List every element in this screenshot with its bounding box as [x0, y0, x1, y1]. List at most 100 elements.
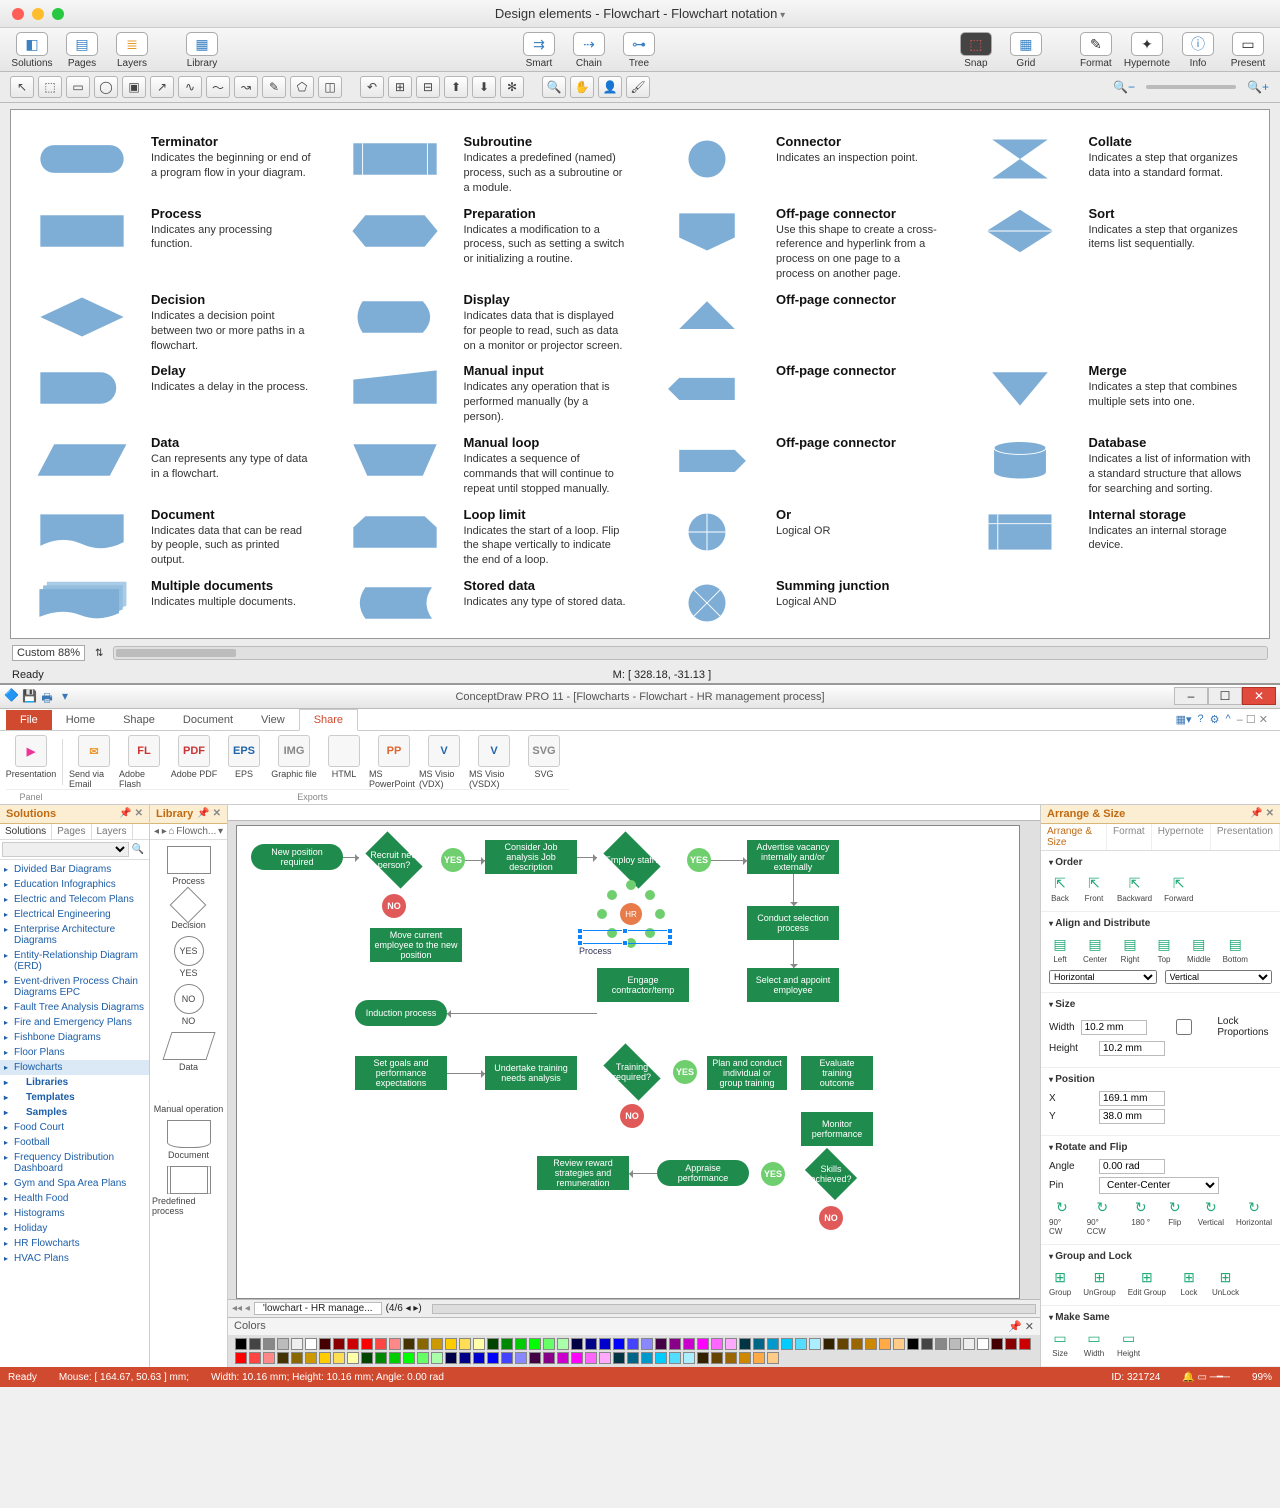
swatch[interactable]	[627, 1352, 639, 1364]
swatch[interactable]	[613, 1338, 625, 1350]
swatch[interactable]	[473, 1352, 485, 1364]
select-tool[interactable]: ⬚	[38, 76, 62, 98]
swatch[interactable]	[557, 1338, 569, 1350]
swatch[interactable]	[291, 1338, 303, 1350]
yes-3[interactable]: YES	[673, 1060, 697, 1084]
sol-item[interactable]: Divided Bar Diagrams	[0, 862, 149, 877]
pan-tool[interactable]: ✋	[570, 76, 594, 98]
legend-storeddata[interactable]: Stored dataIndicates any type of stored …	[340, 578, 629, 628]
chain-button[interactable]: ⇢Chain	[567, 32, 611, 69]
sol-item[interactable]: Fire and Emergency Plans	[0, 1015, 149, 1030]
swatch[interactable]	[431, 1338, 443, 1350]
zoom-slider[interactable]	[1146, 85, 1236, 89]
swatch[interactable]	[501, 1338, 513, 1350]
legend-connector[interactable]: ConnectorIndicates an inspection point.	[652, 134, 941, 196]
node-eval[interactable]: Evaluate training outcome	[801, 1056, 873, 1090]
tree-button[interactable]: ⊶Tree	[617, 32, 661, 69]
no-4[interactable]: NO	[819, 1206, 843, 1230]
sol-item[interactable]: Fishbone Diagrams	[0, 1030, 149, 1045]
swatch[interactable]	[641, 1352, 653, 1364]
ribbon-eps[interactable]: EPSEPS	[219, 735, 269, 789]
solutions-tabs[interactable]: SolutionsPagesLayers	[0, 824, 149, 840]
arc-tool[interactable]: ∿	[178, 76, 202, 98]
library-nav[interactable]: ◂ ▸⌂Flowch...▾	[150, 824, 227, 840]
swatch[interactable]	[557, 1352, 569, 1364]
align-row-middle[interactable]: ▤Middle	[1187, 935, 1211, 964]
lib-data[interactable]: Data	[167, 1032, 211, 1072]
tab-home[interactable]: Home	[52, 710, 109, 730]
sol-sub[interactable]: Templates	[0, 1090, 149, 1105]
yes-4[interactable]: YES	[761, 1162, 785, 1186]
lib-yes[interactable]: YESYES	[174, 936, 204, 978]
format-button[interactable]: ✎Format	[1074, 32, 1118, 69]
align-row-left[interactable]: ▤Left	[1049, 935, 1071, 964]
sol-sub[interactable]: Libraries	[0, 1075, 149, 1090]
zoom-in-icon[interactable]: 🔍+	[1246, 76, 1270, 98]
align-row-top[interactable]: ▤Top	[1153, 935, 1175, 964]
ungroup-tool[interactable]: ⊟	[416, 76, 440, 98]
front-tool[interactable]: ⬆	[444, 76, 468, 98]
ribbon-ms-visio-vsdx-[interactable]: VMS Visio (VSDX)	[469, 735, 519, 789]
swatch[interactable]	[1019, 1338, 1031, 1350]
order-row-forward[interactable]: ⇱Forward	[1164, 874, 1193, 903]
pointer-tool[interactable]: ↖	[10, 76, 34, 98]
legend-merge[interactable]: MergeIndicates a step that combines mult…	[965, 363, 1254, 425]
swatch[interactable]	[431, 1352, 443, 1364]
lib-predef[interactable]: Predefined process	[152, 1166, 225, 1216]
swatch[interactable]	[823, 1338, 835, 1350]
dist-v[interactable]: Vertical	[1165, 970, 1273, 984]
ribbon-presentation[interactable]: ▶Presentation	[6, 735, 56, 789]
sol-item[interactable]: Football	[0, 1135, 149, 1150]
legend-display[interactable]: DisplayIndicates data that is displayed …	[340, 292, 629, 354]
panel-pin-icon[interactable]: 📌 ✕	[119, 808, 143, 820]
swatch[interactable]	[977, 1338, 989, 1350]
brush-tool[interactable]: 🖌	[626, 76, 650, 98]
swatch[interactable]	[641, 1338, 653, 1350]
present-button[interactable]: ▭Present	[1226, 32, 1270, 69]
swatch[interactable]	[711, 1352, 723, 1364]
sol-item[interactable]: Flowcharts	[0, 1060, 149, 1075]
swatch[interactable]	[725, 1338, 737, 1350]
node-advertise[interactable]: Advertise vacancy internally and/or exte…	[747, 840, 839, 874]
swatch[interactable]	[305, 1338, 317, 1350]
rotate-row--[interactable]: ↻180 °	[1130, 1198, 1152, 1236]
swatch[interactable]	[585, 1338, 597, 1350]
swatch[interactable]	[865, 1338, 877, 1350]
swatch[interactable]	[417, 1338, 429, 1350]
library-button[interactable]: ▦Library	[180, 32, 224, 69]
node-plan-training[interactable]: Plan and conduct individual or group tra…	[707, 1056, 787, 1090]
swatch[interactable]	[1005, 1338, 1017, 1350]
swatch[interactable]	[319, 1352, 331, 1364]
sol-item[interactable]: Event-driven Process Chain Diagrams EPC	[0, 974, 149, 1000]
node-goals[interactable]: Set goals and performance expectations	[355, 1056, 447, 1090]
swatch[interactable]	[515, 1352, 527, 1364]
width-input[interactable]	[1081, 1020, 1147, 1035]
swatch[interactable]	[291, 1352, 303, 1364]
swatch[interactable]	[599, 1352, 611, 1364]
x-input[interactable]	[1099, 1091, 1165, 1106]
swatch[interactable]	[501, 1352, 513, 1364]
ribbon-help[interactable]: ▦▾?⚙^– ☐ ✕	[1170, 709, 1274, 730]
legend-manualloop[interactable]: Manual loopIndicates a sequence of comma…	[340, 435, 629, 497]
legend-offpage1[interactable]: Off-page connectorUse this shape to crea…	[652, 206, 941, 282]
swatch[interactable]	[655, 1338, 667, 1350]
swatch[interactable]	[571, 1338, 583, 1350]
layers-button[interactable]: ≣Layers	[110, 32, 154, 69]
swatch[interactable]	[445, 1352, 457, 1364]
rotate-row-horizontal[interactable]: ↻Horizontal	[1236, 1198, 1272, 1236]
swatch[interactable]	[767, 1338, 779, 1350]
sol-item[interactable]: Electric and Telecom Plans	[0, 892, 149, 907]
pages-button[interactable]: ▤Pages	[60, 32, 104, 69]
swatch[interactable]	[277, 1338, 289, 1350]
node-skills[interactable]: Skills achieved?	[801, 1152, 861, 1196]
swatch[interactable]	[277, 1352, 289, 1364]
swatch[interactable]	[375, 1338, 387, 1350]
sol-sub[interactable]: Samples	[0, 1105, 149, 1120]
swatch[interactable]	[249, 1338, 261, 1350]
grid-button[interactable]: ▦Grid	[1004, 32, 1048, 69]
legend-blank[interactable]	[965, 292, 1254, 354]
node-employ[interactable]: Employ staff?	[597, 838, 667, 882]
legend-terminator[interactable]: TerminatorIndicates the beginning or end…	[27, 134, 316, 196]
sol-item[interactable]: Food Court	[0, 1120, 149, 1135]
swatch[interactable]	[991, 1338, 1003, 1350]
